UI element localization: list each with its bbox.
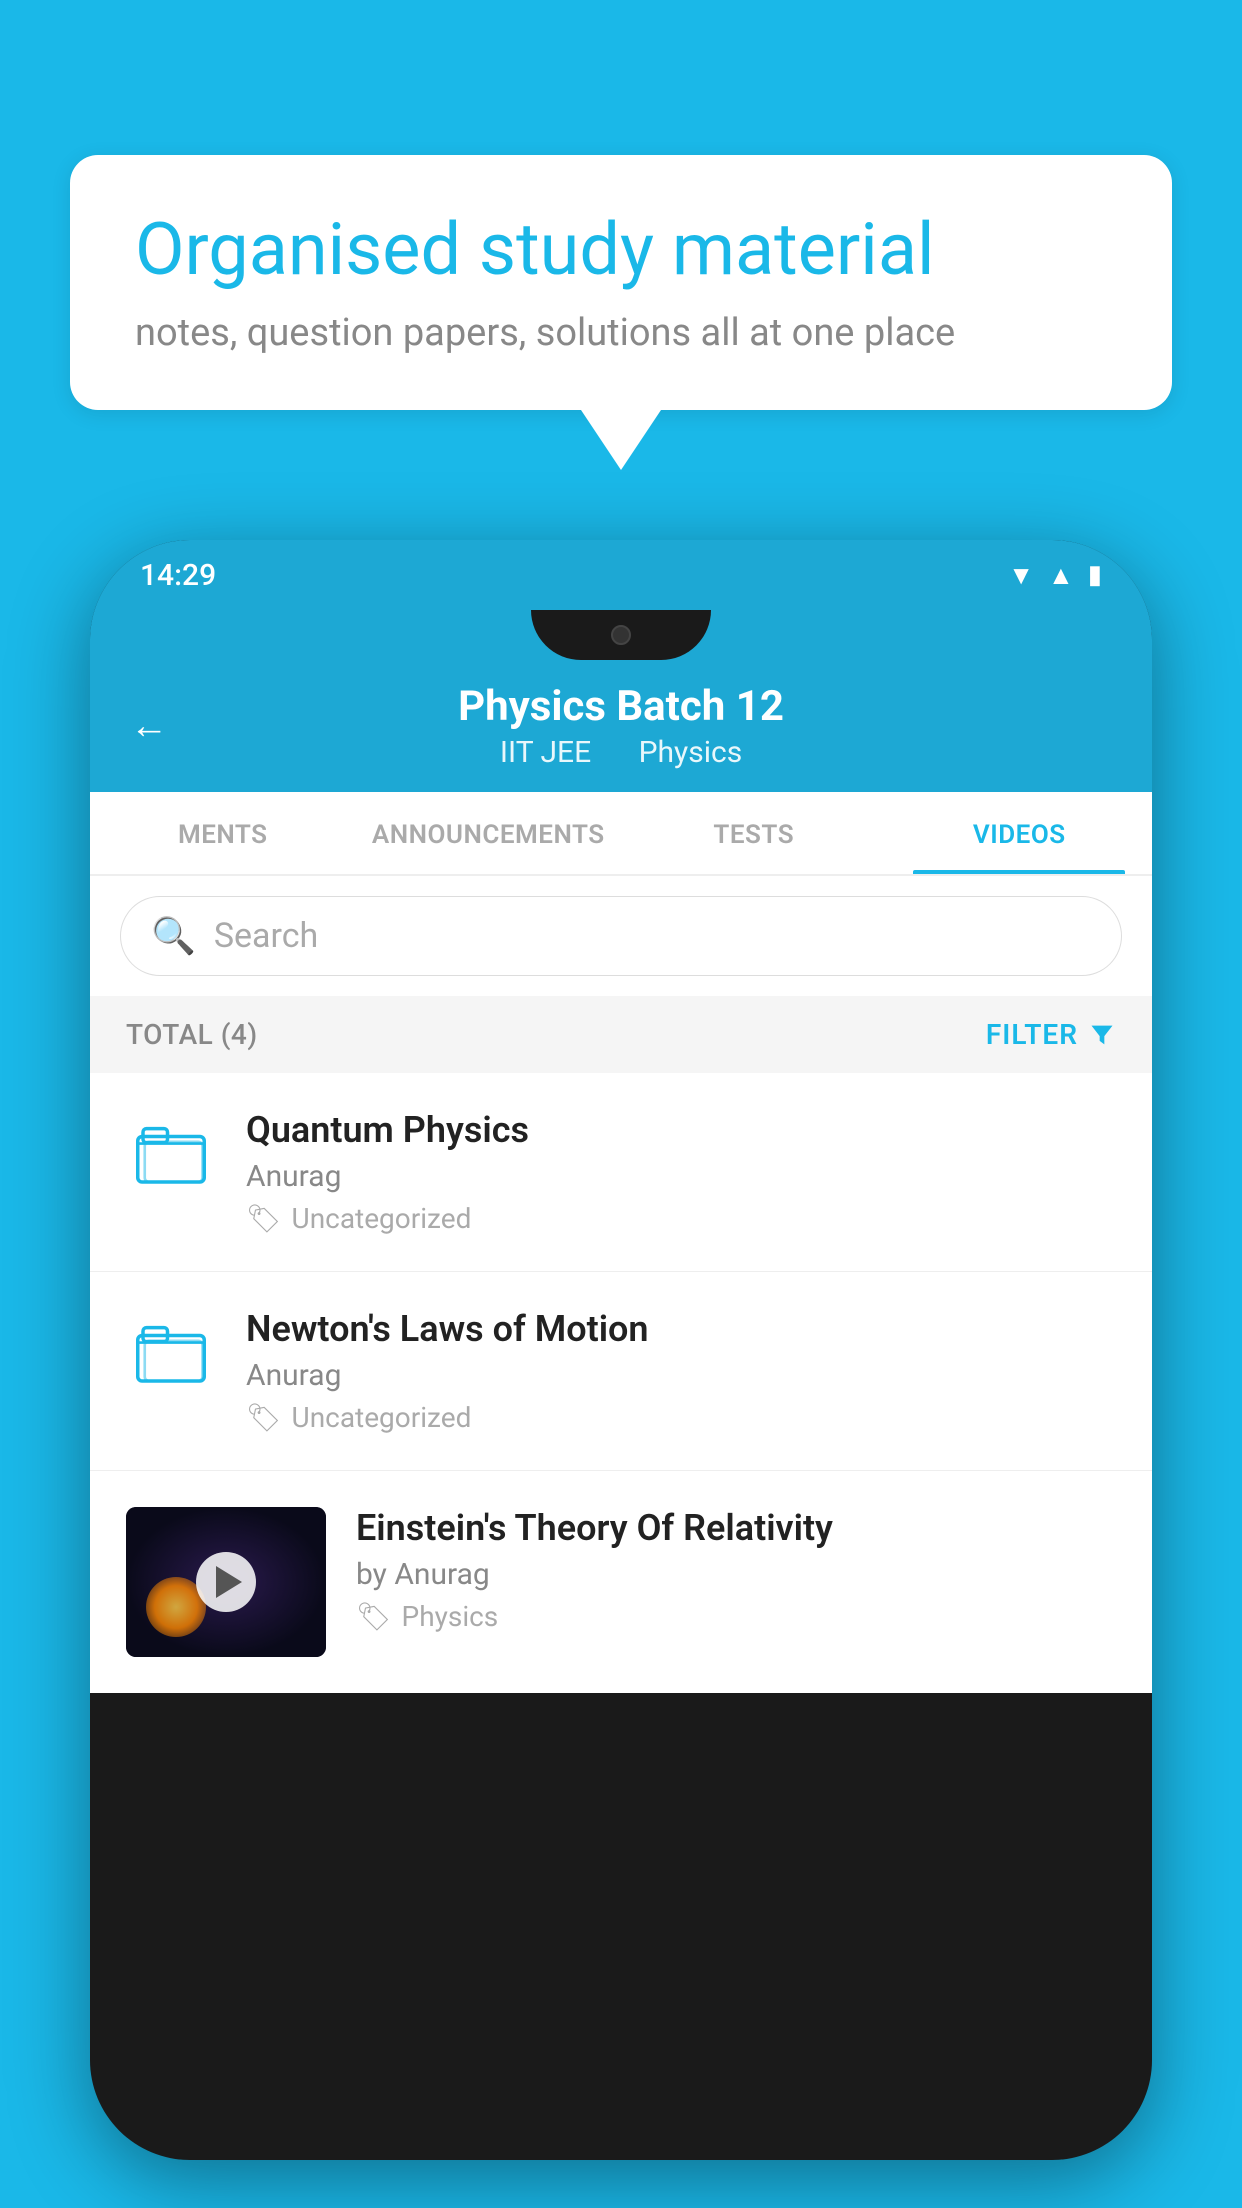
bubble-tail [581, 410, 661, 470]
notch-area [90, 610, 1152, 660]
video-info-1: Quantum Physics Anurag 🏷 Uncategorized [246, 1109, 1116, 1235]
video-tag-3: 🏷 Physics [356, 1600, 1116, 1633]
play-icon [216, 1566, 242, 1598]
header-title: Physics Batch 12 [458, 682, 784, 731]
filter-row: TOTAL (4) FILTER [90, 996, 1152, 1073]
bubble-title: Organised study material [135, 210, 1107, 289]
filter-label: FILTER [986, 1018, 1078, 1051]
total-count: TOTAL (4) [126, 1018, 258, 1051]
header-subtitle-2: Physics [639, 735, 743, 770]
camera [611, 625, 631, 645]
tab-videos[interactable]: VIDEOS [887, 792, 1153, 874]
video-info-3: Einstein's Theory Of Relativity by Anura… [356, 1507, 1116, 1633]
search-placeholder: Search [214, 916, 318, 956]
video-icon-wrap-2 [126, 1308, 216, 1398]
status-time: 14:29 [140, 558, 216, 593]
search-bar[interactable]: 🔍 Search [120, 896, 1122, 976]
back-button[interactable]: ← [130, 704, 168, 748]
header-subtitle-1: IIT JEE [500, 735, 591, 770]
tab-announcements[interactable]: ANNOUNCEMENTS [356, 792, 622, 874]
filter-button[interactable]: FILTER [986, 1018, 1116, 1051]
tag-icon-3: 🏷 [356, 1600, 392, 1633]
tag-icon-2: 🏷 [246, 1401, 282, 1434]
bubble-subtitle: notes, question papers, solutions all at… [135, 311, 1107, 355]
phone-device: 14:29 ▼ ▲ ▮ ← Physics Batch 12 IIT JEE P… [90, 540, 1152, 2160]
play-button-einstein[interactable] [196, 1552, 256, 1612]
header-subtitle: IIT JEE Physics [490, 735, 752, 770]
video-info-2: Newton's Laws of Motion Anurag 🏷 Uncateg… [246, 1308, 1116, 1434]
video-tag-1: 🏷 Uncategorized [246, 1202, 1116, 1235]
status-icons: ▼ ▲ ▮ [1008, 560, 1102, 591]
tag-icon-1: 🏷 [246, 1202, 282, 1235]
search-icon: 🔍 [151, 915, 196, 957]
video-icon-wrap-1 [126, 1109, 216, 1199]
search-section: 🔍 Search [90, 876, 1152, 996]
video-title-1: Quantum Physics [246, 1109, 1116, 1151]
video-author-1: Anurag [246, 1159, 1116, 1194]
video-item-newton[interactable]: Newton's Laws of Motion Anurag 🏷 Uncateg… [90, 1272, 1152, 1471]
tab-ments[interactable]: MENTS [90, 792, 356, 874]
speech-bubble: Organised study material notes, question… [70, 155, 1172, 410]
battery-icon: ▮ [1088, 560, 1102, 590]
video-item-quantum[interactable]: Quantum Physics Anurag 🏷 Uncategorized [90, 1073, 1152, 1272]
video-item-einstein[interactable]: Einstein's Theory Of Relativity by Anura… [90, 1471, 1152, 1693]
wifi-icon: ▼ [1008, 560, 1034, 591]
notch [531, 610, 711, 660]
tag-label-3: Physics [402, 1600, 499, 1633]
video-author-2: Anurag [246, 1358, 1116, 1393]
video-thumbnail-einstein[interactable] [126, 1507, 326, 1657]
tag-label-2: Uncategorized [292, 1401, 472, 1434]
video-tag-2: 🏷 Uncategorized [246, 1401, 1116, 1434]
tag-label-1: Uncategorized [292, 1202, 472, 1235]
video-list: Quantum Physics Anurag 🏷 Uncategorized [90, 1073, 1152, 1693]
filter-icon [1088, 1021, 1116, 1049]
video-title-2: Newton's Laws of Motion [246, 1308, 1116, 1350]
signal-icon: ▲ [1048, 560, 1074, 591]
app-header: ← Physics Batch 12 IIT JEE Physics [90, 660, 1152, 792]
speech-bubble-section: Organised study material notes, question… [70, 155, 1172, 470]
video-author-3: by Anurag [356, 1557, 1116, 1592]
video-title-3: Einstein's Theory Of Relativity [356, 1507, 1116, 1549]
tabs-bar: MENTS ANNOUNCEMENTS TESTS VIDEOS [90, 792, 1152, 876]
tab-tests[interactable]: TESTS [621, 792, 887, 874]
status-bar: 14:29 ▼ ▲ ▮ [90, 540, 1152, 610]
folder-icon-2 [136, 1323, 206, 1383]
folder-icon-1 [136, 1124, 206, 1184]
